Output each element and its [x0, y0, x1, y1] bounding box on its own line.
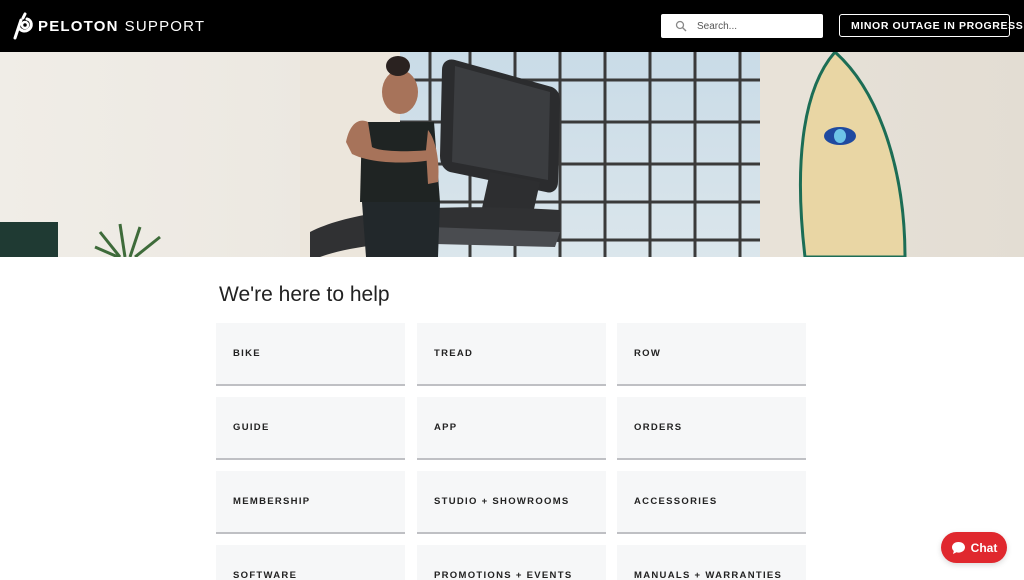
category-label: SOFTWARE: [233, 570, 298, 580]
category-tile-app[interactable]: APP: [417, 397, 606, 460]
page-title: We're here to help: [219, 283, 390, 306]
search-icon: [675, 20, 687, 32]
brand-name: PELOTON: [38, 17, 119, 35]
category-label: ORDERS: [634, 422, 683, 433]
hero-image: [0, 52, 1024, 257]
search-input[interactable]: [697, 20, 817, 32]
category-tile-tread[interactable]: TREAD: [417, 323, 606, 386]
search-box[interactable]: [661, 14, 823, 38]
category-tile-guide[interactable]: GUIDE: [216, 397, 405, 460]
category-label: ROW: [634, 348, 662, 359]
category-label: ACCESSORIES: [634, 496, 718, 507]
category-tile-software[interactable]: SOFTWARE: [216, 545, 405, 580]
category-tile-manuals-warranties[interactable]: MANUALS + WARRANTIES: [617, 545, 806, 580]
category-label: APP: [434, 422, 458, 433]
category-label: GUIDE: [233, 422, 270, 433]
status-label: MINOR OUTAGE IN PROGRESS: [851, 19, 1024, 32]
category-label: MEMBERSHIP: [233, 496, 311, 507]
chat-button[interactable]: Chat: [941, 532, 1007, 563]
category-tile-orders[interactable]: ORDERS: [617, 397, 806, 460]
brand-suffix: SUPPORT: [124, 17, 206, 35]
category-tile-membership[interactable]: MEMBERSHIP: [216, 471, 405, 534]
chat-bubble-icon: [951, 541, 965, 554]
chat-label: Chat: [970, 540, 998, 555]
category-tile-bike[interactable]: BIKE: [216, 323, 405, 386]
category-tile-accessories[interactable]: ACCESSORIES: [617, 471, 806, 534]
category-label: PROMOTIONS + EVENTS: [434, 570, 573, 580]
category-tile-studio-showrooms[interactable]: STUDIO + SHOWROOMS: [417, 471, 606, 534]
peloton-logo-icon: [13, 12, 33, 40]
peloton-support-logo[interactable]: PELOTON SUPPORT: [12, 11, 205, 41]
category-label: STUDIO + SHOWROOMS: [434, 496, 570, 507]
category-label: BIKE: [233, 348, 261, 359]
category-tile-row[interactable]: ROW: [617, 323, 806, 386]
category-tile-promotions-events[interactable]: PROMOTIONS + EVENTS: [417, 545, 606, 580]
category-label: TREAD: [434, 348, 474, 359]
site-header: PELOTON SUPPORT MINOR OUTAGE IN PROGRESS: [0, 0, 1024, 52]
status-banner[interactable]: MINOR OUTAGE IN PROGRESS: [839, 14, 1023, 37]
category-label: MANUALS + WARRANTIES: [634, 570, 783, 580]
